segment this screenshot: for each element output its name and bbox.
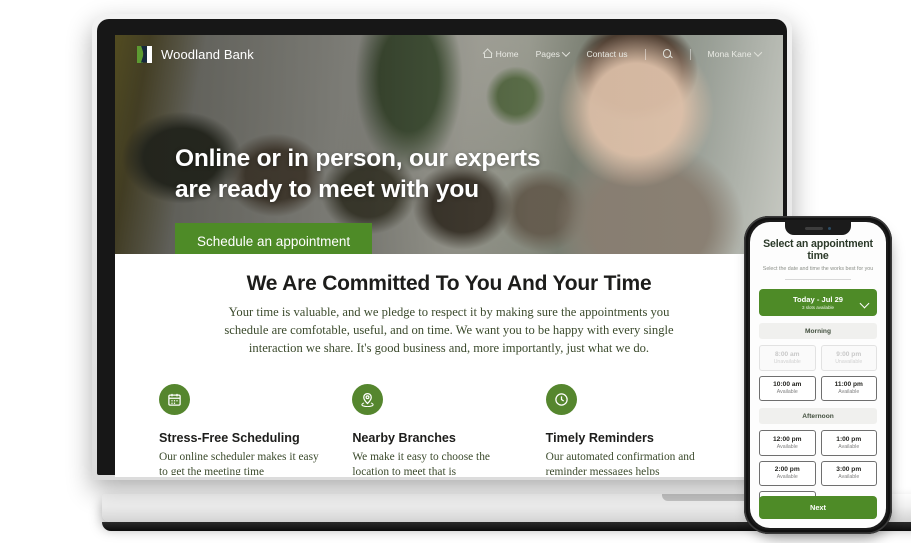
appointment-subtitle: Select the date and time the works best … [762, 266, 874, 272]
time-slot-status: Available [838, 474, 860, 480]
features-row: Stress-Free Scheduling Our online schedu… [115, 383, 783, 477]
time-slot[interactable]: 10:00 am Available [759, 375, 816, 401]
time-slot-status: Available [776, 474, 798, 480]
phone-screen: Select an appointment time Select the da… [750, 222, 886, 528]
laptop-bezel: Woodland Bank Home Pages Contact us Mona… [97, 19, 787, 477]
slot-list: 8:00 am Unavailable 9:00 pm Unavailable … [759, 345, 877, 401]
nav-item-pages-label: Pages [535, 49, 560, 59]
time-slot[interactable]: 3:00 pm Available [820, 460, 877, 486]
feature-nearby-branches: Nearby Branches We make it easy to choos… [352, 383, 545, 477]
time-slot: 9:00 pm Unavailable [820, 345, 877, 371]
hero-section: Woodland Bank Home Pages Contact us Mona… [115, 35, 783, 254]
laptop-screen: Woodland Bank Home Pages Contact us Mona… [115, 35, 783, 477]
feature-stress-free-scheduling: Stress-Free Scheduling Our online schedu… [159, 383, 352, 477]
time-slot-status: Available [776, 443, 798, 450]
schedule-appointment-button[interactable]: Schedule an appointment [175, 223, 373, 254]
hero-copy: Online or in person, our experts are rea… [175, 143, 540, 254]
nav-divider [644, 48, 646, 60]
phone-device: Select an appointment time Select the da… [744, 216, 892, 538]
time-slot-status: Unavailable [835, 358, 863, 365]
slot-group-label: Morning [759, 323, 877, 339]
time-slot-time: 11:00 pm [834, 381, 863, 388]
phone-notch [785, 222, 851, 235]
time-slot-time: 8:00 am [774, 350, 800, 358]
time-slot[interactable]: 1:00 pm Available [820, 430, 877, 456]
time-slot[interactable]: 12:00 pm Available [759, 430, 816, 456]
feature-text: Our online scheduler makes it easy to ge… [159, 450, 319, 477]
time-slot-status: Available [776, 389, 798, 395]
chevron-down-icon [753, 48, 763, 57]
commitment-section: We Are Committed To You And Your Time Yo… [115, 254, 783, 477]
nav-divider [689, 48, 691, 60]
brand[interactable]: Woodland Bank [137, 45, 254, 63]
feature-title: Nearby Branches [352, 430, 456, 445]
feature-title: Stress-Free Scheduling [159, 430, 300, 445]
next-button[interactable]: Next [759, 496, 877, 519]
time-slot-status: Available [838, 443, 860, 450]
date-selector-label: Today - Jul 29 [792, 295, 844, 304]
clock-icon [545, 383, 577, 415]
divider [785, 279, 851, 280]
home-icon [484, 50, 493, 58]
time-slot-time: 3:00 pm [836, 466, 862, 473]
laptop-outer-frame: Woodland Bank Home Pages Contact us Mona… [92, 14, 792, 480]
account-menu[interactable]: Mona Kane [707, 48, 763, 59]
nav-item-home[interactable]: Home [484, 49, 519, 59]
nav-item-home-label: Home [495, 49, 519, 59]
feature-timely-reminders: Timely Reminders Our automated confirmat… [545, 383, 739, 477]
laptop-device: Woodland Bank Home Pages Contact us Mona… [92, 14, 911, 531]
appointment-title: Select an appointment time [763, 238, 873, 262]
nav-item-contact[interactable]: Contact us [586, 49, 627, 59]
time-slot-time: 9:00 pm [836, 350, 862, 358]
chevron-down-icon [562, 48, 571, 57]
hero-headline-line1: Online or in person, our experts [175, 145, 541, 172]
time-slot: 8:00 am Unavailable [759, 345, 816, 371]
time-slot-time: 10:00 am [773, 381, 802, 388]
feature-text: We make it easy to choose the location t… [352, 450, 490, 477]
time-slot-time: 1:00 pm [836, 435, 862, 443]
feature-title: Timely Reminders [545, 430, 654, 445]
brand-name: Woodland Bank [161, 46, 254, 62]
date-selector-sub: 3 slots available [801, 305, 835, 310]
time-slot[interactable]: 11:00 pm Available [820, 375, 877, 401]
nav-item-pages[interactable]: Pages [535, 48, 571, 59]
speaker-icon [804, 227, 823, 230]
location-pin-icon [352, 383, 384, 415]
slot-group-morning: Morning 8:00 am Unavailable 9:00 pm Unav… [759, 323, 877, 401]
hero-headline: Online or in person, our experts are rea… [175, 143, 540, 205]
feature-text: Our automated confirmation and reminder … [545, 450, 695, 477]
calendar-icon [159, 383, 190, 415]
appointment-picker: Select an appointment time Select the da… [750, 222, 886, 517]
time-slot-time: 12:00 pm [772, 435, 802, 443]
section-title: We Are Committed To You And Your Time [246, 272, 652, 295]
device-mockup-scene: Woodland Bank Home Pages Contact us Mona… [0, 0, 911, 543]
time-slot-time: 2:00 pm [774, 466, 800, 473]
time-slot-status: Available [838, 389, 860, 395]
hero-headline-line2: are ready to meet with you [175, 176, 479, 204]
camera-icon [827, 226, 832, 231]
section-body: Your time is valuable, and we pledge to … [224, 305, 674, 355]
time-slot[interactable]: 2:00 pm Available [759, 460, 816, 486]
account-name: Mona Kane [707, 49, 752, 59]
nav-item-contact-label: Contact us [586, 49, 628, 59]
woodland-bank-logo-icon [137, 45, 152, 63]
slot-group-label: Afternoon [759, 408, 877, 424]
navbar-links: Home Pages Contact us Mona Kane [484, 48, 763, 60]
site-navbar: Woodland Bank Home Pages Contact us Mona… [115, 35, 783, 73]
time-slot-status: Unavailable [773, 358, 801, 365]
search-icon[interactable] [662, 49, 673, 59]
date-selector[interactable]: Today - Jul 29 3 slots available [759, 289, 877, 316]
